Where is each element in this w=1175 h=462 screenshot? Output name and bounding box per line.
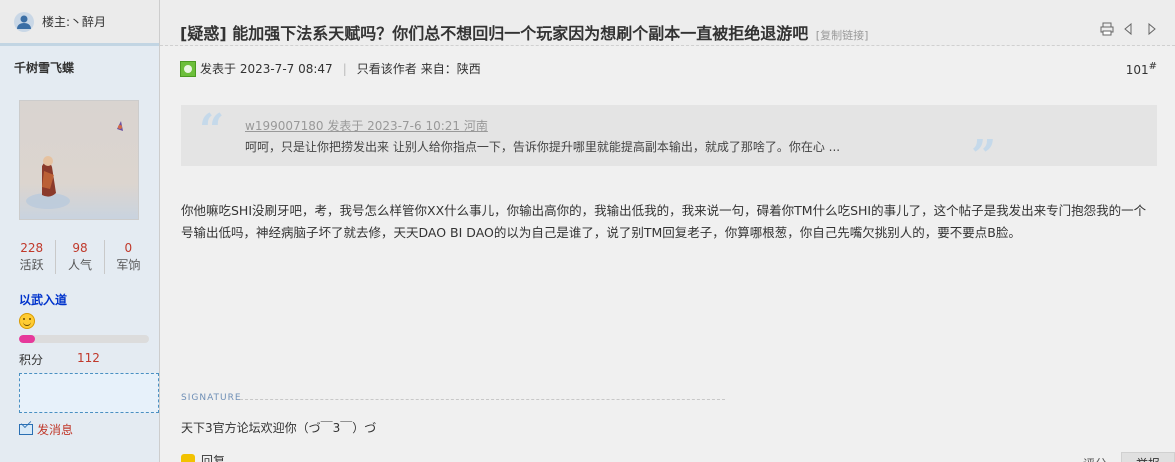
title-tools xyxy=(1099,21,1159,37)
stat-popularity[interactable]: 98 人气 xyxy=(56,240,105,274)
reply-link[interactable]: 回复 xyxy=(201,452,225,462)
thread-title: [疑惑] 能加强下法系天赋吗？你们总不想回归一个玩家因为想刷个副本一直被拒绝退游… xyxy=(180,20,868,44)
author-sidebar: 楼主:丶醉月 千树雪飞蝶 228 活跃 98 人气 0 军饷 以武入道 积分 1… xyxy=(0,0,160,462)
smiley-icon xyxy=(19,313,35,329)
stat-label: 军饷 xyxy=(116,258,141,272)
user-group-link[interactable]: 以武入道 xyxy=(19,291,67,308)
floor-number-value: 101 xyxy=(1125,63,1149,77)
report-button[interactable]: 举报 xyxy=(1120,452,1175,462)
level-progress-fill xyxy=(19,335,35,343)
prev-thread-icon[interactable] xyxy=(1121,21,1137,37)
post-actions-left: 回复 xyxy=(181,452,225,462)
stat-value: 98 xyxy=(72,241,88,255)
stat-coins[interactable]: 0 军饷 xyxy=(105,240,152,274)
signature-text: 天下3官方论坛欢迎你（づ￣3￣）づ xyxy=(181,421,377,435)
send-message-link[interactable]: 发消息 xyxy=(19,421,73,438)
floor-owner-bar: 楼主:丶醉月 xyxy=(0,0,159,46)
post-time: 发表于 2023-7-7 08:47 xyxy=(200,62,333,76)
open-quote-icon: “ xyxy=(199,105,225,156)
points-value: 112 xyxy=(77,351,100,365)
floor-number-suffix: # xyxy=(1148,61,1157,72)
thread-title-text: [疑惑] 能加强下法系天赋吗？你们总不想回归一个玩家因为想刷个副本一直被拒绝退游… xyxy=(180,24,809,43)
signature-label: SIGNATURE xyxy=(181,393,242,403)
post-location: 来自：陕西 xyxy=(420,62,481,76)
print-icon[interactable] xyxy=(1099,21,1115,37)
floor-number[interactable]: 101# xyxy=(1126,61,1157,77)
online-status-icon xyxy=(180,60,196,77)
avatar[interactable] xyxy=(19,100,139,220)
signature-divider xyxy=(240,399,725,400)
copy-link[interactable]: [复制链接] xyxy=(816,29,869,42)
author-name[interactable]: 千树雪飞蝶 xyxy=(14,59,74,76)
quote-block: “ w199007180 发表于 2023-7-6 10:21 河南 呵呵，只是… xyxy=(181,105,1157,179)
stat-label: 人气 xyxy=(67,258,92,272)
post-main: [疑惑] 能加强下法系天赋吗？你们总不想回归一个玩家因为想刷个副本一直被拒绝退游… xyxy=(160,0,1175,462)
send-message-label: 发消息 xyxy=(37,423,74,437)
stat-active[interactable]: 228 活跃 xyxy=(8,240,57,274)
points-label: 积分 xyxy=(19,353,44,367)
title-bar: [疑惑] 能加强下法系天赋吗？你们总不想回归一个玩家因为想刷个副本一直被拒绝退游… xyxy=(160,0,1175,46)
floor-owner-label[interactable]: 楼主:丶醉月 xyxy=(42,13,106,30)
close-quote-icon: ” xyxy=(971,131,997,182)
only-author-link[interactable]: 只看该作者 xyxy=(357,60,417,77)
stat-value: 0 xyxy=(124,241,133,255)
user-icon xyxy=(14,11,34,32)
medal-area xyxy=(19,373,159,413)
next-thread-icon[interactable] xyxy=(1143,21,1159,37)
stat-value: 228 xyxy=(20,241,44,255)
level-progress-bar xyxy=(19,335,149,343)
reply-icon xyxy=(181,453,195,462)
post-actions-right: 评分 举报 xyxy=(1083,452,1175,462)
stat-label: 活跃 xyxy=(19,258,44,272)
quote-body: 呵呵，只是让你把捞发出来 让别人给你指点一下，告诉你提升哪里就能提高副本输出，就… xyxy=(245,140,841,154)
meta-divider: | xyxy=(342,61,347,76)
post-content: 你他嘛吃SHI没刷牙吧，考，我号怎么样管你XX什么事儿，你输出高你的，我输出低我… xyxy=(181,203,1147,240)
post-meta: 发表于 2023-7-7 08:47 | 只看该作者 来自：陕西 xyxy=(180,60,481,77)
avatar-image xyxy=(26,121,123,209)
author-stats: 228 活跃 98 人气 0 军饷 xyxy=(8,240,152,274)
quote-header[interactable]: w199007180 发表于 2023-7-6 10:21 河南 xyxy=(245,117,488,134)
envelope-icon xyxy=(19,424,33,435)
rate-link[interactable]: 评分 xyxy=(1083,455,1107,462)
